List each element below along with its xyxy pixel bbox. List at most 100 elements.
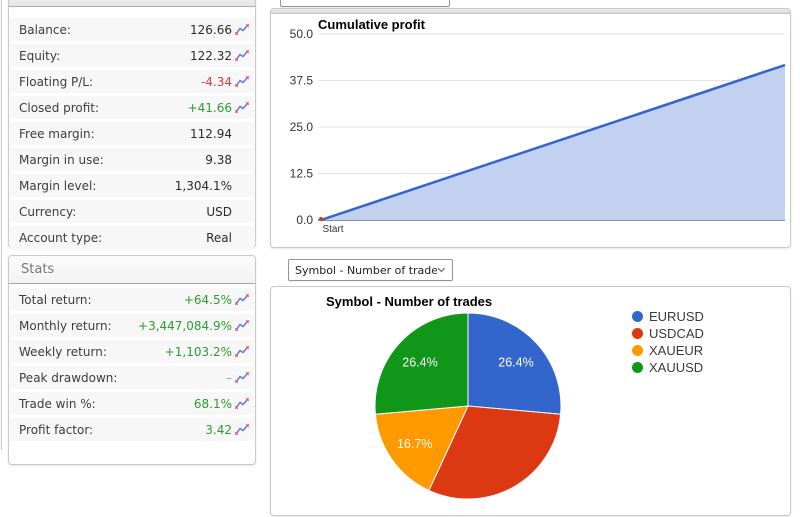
row-value: 122.32 — [190, 49, 232, 63]
table-row: Weekly return:+1,103.2% — [10, 340, 254, 363]
row-icon-slot — [232, 102, 249, 114]
cumulative-profit-panel: 0.0 12.5 25.0 37.5 50.0 Cumulative profit Star… — [270, 8, 791, 248]
legend-label: USDCAD — [649, 328, 704, 339]
symbol-trades-panel: Symbol - Number of trades 26.4%16.7%26.4… — [270, 286, 791, 516]
pie-chart-title: Symbol - Number of trades — [326, 294, 492, 309]
row-value: +3,447,084.9% — [138, 319, 232, 333]
table-row: Trade win %:68.1% — [10, 392, 254, 415]
row-value: 9.38 — [205, 153, 232, 167]
row-label: Equity: — [19, 49, 190, 63]
row-label: Margin in use: — [19, 153, 205, 167]
chevron-down-icon — [437, 267, 446, 273]
legend-item-xaueur: XAUEUR — [632, 345, 704, 356]
row-icon-slot — [232, 24, 249, 36]
svg-text:12.5: 12.5 — [290, 167, 314, 181]
legend-color-dot — [632, 362, 643, 373]
table-row: Margin level:1,304.1% — [10, 174, 254, 197]
chart-title: Cumulative profit — [318, 17, 426, 32]
row-icon-slot — [232, 320, 249, 332]
cumulative-profit-chart: 0.0 12.5 25.0 37.5 50.0 Cumulative profit Star… — [271, 14, 790, 247]
row-value: 112.94 — [190, 127, 232, 141]
mini-chart-icon[interactable] — [235, 372, 249, 384]
mini-chart-icon[interactable] — [235, 50, 249, 62]
row-icon-slot — [232, 294, 249, 306]
row-value: +1,103.2% — [165, 345, 232, 359]
svg-text:0.0: 0.0 — [296, 213, 313, 227]
row-value: -4.34 — [201, 75, 232, 89]
row-label: Trade win %: — [19, 397, 194, 411]
legend-color-dot — [632, 311, 643, 322]
account-panel: Balance:126.66Equity:122.32Floating P/L:… — [8, 0, 256, 248]
table-row: Free margin:112.94 — [10, 122, 254, 145]
row-label: Peak drawdown: — [19, 371, 226, 385]
pie-slice-label: 26.4% — [402, 355, 437, 369]
row-label: Weekly return: — [19, 345, 165, 359]
pie-slice-label: 16.7% — [397, 437, 432, 451]
pie-chart-type-select[interactable]: Symbol - Number of trades — [288, 259, 453, 281]
row-label: Closed profit: — [19, 101, 188, 115]
legend-label: EURUSD — [649, 311, 704, 322]
row-value: 1,304.1% — [175, 179, 232, 193]
row-icon-slot — [232, 50, 249, 62]
row-icon-slot — [232, 398, 249, 410]
svg-text:50.0: 50.0 — [290, 27, 314, 41]
table-row: Floating P/L:-4.34 — [10, 70, 254, 93]
row-icon-slot — [232, 424, 249, 436]
table-row: Equity:122.32 — [10, 44, 254, 67]
row-label: Floating P/L: — [19, 75, 201, 89]
stats-rows: Total return:+64.5% Monthly return:+3,447… — [9, 288, 255, 441]
mini-chart-icon[interactable] — [235, 424, 249, 436]
row-icon-slot — [232, 346, 249, 358]
pie-legend: EURUSD USDCAD XAUEUR XAUUSD — [632, 311, 704, 379]
cumulative-chart-type-select[interactable] — [280, 0, 450, 7]
stats-panel-header: Stats — [9, 256, 255, 284]
row-value: 3.42 — [205, 423, 232, 437]
mini-chart-icon[interactable] — [235, 76, 249, 88]
row-label: Balance: — [19, 23, 190, 37]
row-label: Margin level: — [19, 179, 175, 193]
row-value: 126.66 — [190, 23, 232, 37]
legend-label: XAUUSD — [649, 362, 703, 373]
row-icon-slot — [232, 76, 249, 88]
stats-panel-title: Stats — [21, 262, 54, 277]
svg-text:25.0: 25.0 — [290, 120, 314, 134]
row-icon-slot — [232, 372, 249, 384]
table-row: Peak drawdown:– — [10, 366, 254, 389]
row-value: +64.5% — [184, 293, 232, 307]
symbol-trades-pie-chart: 26.4% 16.7% 26.4% — [271, 287, 792, 517]
table-row: Monthly return:+3,447,084.9% — [10, 314, 254, 337]
mini-chart-icon[interactable] — [235, 102, 249, 114]
pie-chart-type-select-value: Symbol - Number of trades — [295, 264, 437, 277]
table-row: Profit factor:3.42 — [10, 418, 254, 441]
legend-color-dot — [632, 328, 643, 339]
row-value: Real — [206, 231, 232, 245]
row-label: Free margin: — [19, 127, 190, 141]
row-value: +41.66 — [188, 101, 232, 115]
table-row: Balance:126.66 — [10, 18, 254, 41]
pie-slice-label: 26.4% — [498, 355, 533, 369]
legend-color-dot — [632, 345, 643, 356]
row-label: Profit factor: — [19, 423, 205, 437]
mini-chart-icon[interactable] — [235, 320, 249, 332]
x-axis-tick-label: Start — [322, 224, 343, 235]
table-row: Currency:USD — [10, 200, 254, 223]
mini-chart-icon[interactable] — [235, 346, 249, 358]
legend-item-xauusd: XAUUSD — [632, 362, 704, 373]
svg-text:37.5: 37.5 — [290, 74, 314, 88]
page-left-divider — [1, 0, 2, 450]
row-label: Account type: — [19, 231, 206, 245]
legend-item-eurusd: EURUSD — [632, 311, 704, 322]
row-label: Monthly return: — [19, 319, 138, 333]
row-label: Currency: — [19, 205, 206, 219]
table-row: Total return:+64.5% — [10, 288, 254, 311]
legend-label: XAUEUR — [649, 345, 703, 356]
row-value: 68.1% — [194, 397, 232, 411]
row-label: Total return: — [19, 293, 184, 307]
mini-chart-icon[interactable] — [235, 398, 249, 410]
mini-chart-icon[interactable] — [235, 294, 249, 306]
account-rows: Balance:126.66Equity:122.32Floating P/L:… — [9, 18, 255, 249]
legend-item-usdcad: USDCAD — [632, 328, 704, 339]
account-panel-header-cut — [9, 0, 255, 7]
mini-chart-icon[interactable] — [235, 24, 249, 36]
table-row: Account type:Real — [10, 226, 254, 249]
